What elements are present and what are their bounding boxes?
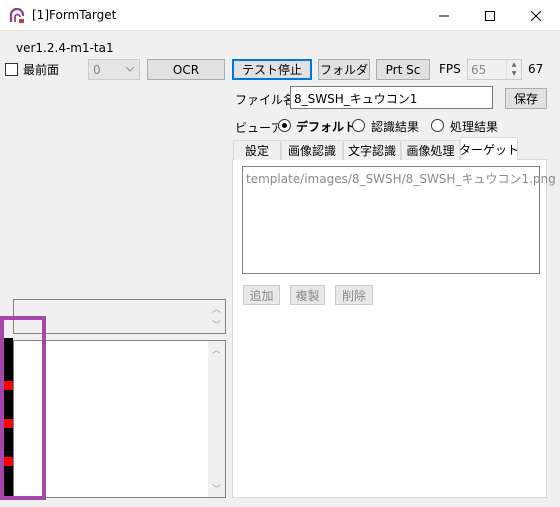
topmost-label[interactable]: 最前面 [23,61,59,78]
close-icon [531,10,541,21]
topmost-checkbox[interactable] [5,63,18,76]
scroll-down-icon[interactable]: ﹀ [208,318,225,331]
window-title: [1]FormTarget [32,8,117,22]
copy-button[interactable]: 複製 [290,285,325,305]
list-item[interactable]: template/images/8_SWSH/8_SWSH_キュウコン1.png [246,170,556,187]
ocr-button[interactable]: OCR [147,59,225,80]
delete-button[interactable]: 削除 [335,285,373,305]
tab-image-recognition[interactable]: 画像認識 [281,140,343,160]
maximize-icon [485,10,495,21]
save-button[interactable]: 保存 [505,88,547,109]
scroll-down-icon[interactable]: ﹀ [208,482,225,495]
spinner-up-icon[interactable]: ▲ [507,60,521,69]
chevron-down-icon [125,66,135,72]
print-screen-button[interactable]: Prt Sc [376,59,430,80]
viewer-option-processing[interactable]: 処理結果 [450,118,498,135]
viewer-radio-recognition[interactable] [352,119,365,132]
spinner-arrows[interactable]: ▲ ▼ [506,60,521,79]
scroll-up-icon[interactable]: ︿ [208,302,225,315]
viewer-option-recognition[interactable]: 認識結果 [371,118,419,135]
index-combo-box[interactable]: 0 [88,59,140,80]
vertical-scrollbar[interactable]: ︿ ﹀ [208,341,225,497]
app-logo-icon [9,7,25,23]
target-list[interactable]: template/images/8_SWSH/8_SWSH_キュウコン1.png [242,166,556,274]
close-button[interactable] [513,0,559,31]
filename-label: ファイル名 [235,93,296,107]
filename-input[interactable]: 8_SWSH_キュウコン1 [290,86,493,109]
viewer-option-default[interactable]: デフォルト [296,118,356,135]
viewer-label: ビューア [235,121,283,135]
tab-settings[interactable]: 設定 [233,140,281,160]
maximize-button[interactable] [467,0,513,31]
viewer-radio-default[interactable] [278,119,291,132]
spinner-down-icon[interactable]: ▼ [507,69,521,78]
add-button[interactable]: 追加 [243,285,280,305]
version-label: ver1.2.4-m1-ta1 [16,41,114,55]
fps-label: FPS [439,62,461,76]
minimize-button[interactable] [421,0,467,31]
tab-text-recognition[interactable]: 文字認識 [343,140,401,160]
test-stop-button[interactable]: テスト停止 [232,59,312,80]
scroll-up-icon[interactable]: ︿ [208,343,225,356]
tab-target[interactable]: ターゲット [459,137,519,160]
fps-actual-value: 67 [528,62,544,76]
fps-spinner[interactable]: 65 ▲ ▼ [467,59,522,80]
combo-value: 0 [93,63,101,77]
tab-image-processing[interactable]: 画像処理 [401,140,460,160]
minimize-icon [439,15,449,16]
fps-value: 65 [471,63,487,77]
highlight-frame [0,316,46,500]
folder-button[interactable]: フォルダ [318,59,370,80]
viewer-radio-processing[interactable] [431,119,444,132]
vertical-scrollbar[interactable]: ︿ ﹀ [208,300,225,333]
